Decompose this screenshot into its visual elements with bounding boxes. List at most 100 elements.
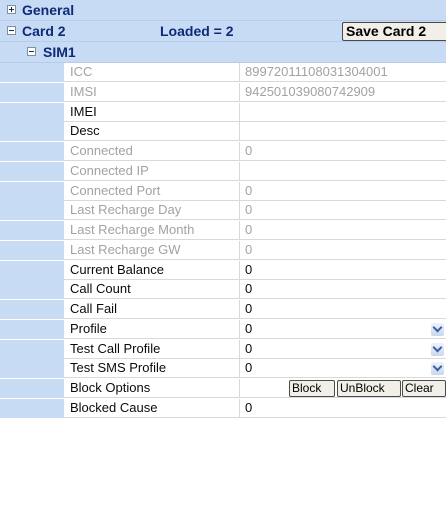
property-value[interactable] — [240, 122, 446, 142]
property-name: Last Recharge GW — [64, 240, 240, 260]
property-name: IMSI — [64, 82, 240, 102]
property-row[interactable]: ICC 89972011108031304001 — [0, 63, 446, 82]
property-row[interactable]: IMEI — [0, 102, 446, 122]
property-value-text: 0 — [245, 261, 253, 277]
property-name: Profile — [64, 319, 240, 339]
property-value-text: 942501039080742909 — [245, 83, 376, 99]
row-gutter — [0, 319, 64, 339]
group-card[interactable]: Card 2 Loaded = 2 Save Card 2 — [0, 21, 446, 42]
property-row[interactable]: IMSI 942501039080742909 — [0, 82, 446, 102]
property-value[interactable]: 0 — [240, 319, 446, 339]
row-gutter — [0, 181, 64, 201]
property-value — [240, 161, 446, 181]
property-name: Call Count — [64, 280, 240, 300]
clear-button[interactable]: Clear — [402, 380, 446, 397]
chevron-down-icon[interactable] — [431, 362, 444, 376]
property-row[interactable]: Blocked Cause 0 — [0, 398, 446, 418]
chevron-down-icon[interactable] — [431, 342, 444, 356]
group-sim[interactable]: SIM1 — [0, 42, 446, 63]
expand-plus-icon[interactable] — [7, 5, 16, 14]
group-sim-title: SIM1 — [43, 44, 76, 60]
property-value-text: 0 — [245, 340, 253, 356]
unblock-button[interactable]: UnBlock — [337, 380, 401, 397]
property-value-text: 0 — [245, 399, 253, 415]
property-name: Block Options — [64, 379, 240, 398]
property-name: Call Fail — [64, 300, 240, 319]
property-row[interactable]: Connected Port 0 — [0, 181, 446, 201]
property-value[interactable]: 0 — [240, 359, 446, 379]
property-value: 89972011108031304001 — [240, 63, 446, 82]
property-row[interactable]: Test Call Profile 0 — [0, 339, 446, 359]
property-name: Connected — [64, 142, 240, 161]
row-gutter — [0, 398, 64, 418]
property-value[interactable]: 0 — [240, 260, 446, 280]
row-gutter — [0, 300, 64, 319]
property-row[interactable]: Current Balance 0 — [0, 260, 446, 280]
property-value: 0 — [240, 221, 446, 240]
row-gutter — [0, 260, 64, 280]
property-name: Current Balance — [64, 260, 240, 280]
property-row[interactable]: Test SMS Profile 0 — [0, 359, 446, 379]
property-value: 942501039080742909 — [240, 82, 446, 102]
property-name: Connected Port — [64, 181, 240, 201]
property-value-text: 0 — [245, 202, 253, 218]
property-value-text: 0 — [245, 222, 253, 237]
property-row[interactable]: Last Recharge Month 0 — [0, 221, 446, 240]
row-gutter — [0, 63, 64, 82]
row-gutter — [0, 339, 64, 359]
property-value[interactable]: 0 — [240, 398, 446, 418]
group-card-title: Card 2 — [22, 23, 66, 39]
property-name: Test Call Profile — [64, 339, 240, 359]
property-row[interactable]: Call Count 0 — [0, 280, 446, 300]
row-gutter — [0, 201, 64, 221]
chevron-down-icon[interactable] — [431, 322, 444, 336]
property-name: IMEI — [64, 102, 240, 122]
row-gutter — [0, 359, 64, 379]
property-row[interactable]: Block Options Block UnBlock Clear — [0, 379, 446, 398]
row-gutter — [0, 102, 64, 122]
property-value-text: 0 — [245, 301, 253, 316]
property-name: Blocked Cause — [64, 398, 240, 418]
property-value: 0 — [240, 240, 446, 260]
collapse-minus-icon[interactable] — [27, 47, 36, 56]
property-value: 0 — [240, 181, 446, 201]
card-loaded-status: Loaded = 2 — [160, 23, 234, 39]
row-gutter — [0, 122, 64, 142]
property-value[interactable]: 0 — [240, 280, 446, 300]
property-row[interactable]: Last Recharge GW 0 — [0, 240, 446, 260]
row-gutter — [0, 379, 64, 398]
collapse-minus-icon[interactable] — [7, 26, 16, 35]
property-value[interactable]: 0 — [240, 339, 446, 359]
property-row[interactable]: Profile 0 — [0, 319, 446, 339]
property-name: Last Recharge Month — [64, 221, 240, 240]
property-value-text: 0 — [245, 281, 253, 297]
group-general[interactable]: General — [0, 0, 446, 21]
row-gutter — [0, 280, 64, 300]
save-card-button[interactable]: Save Card 2 — [342, 22, 446, 41]
row-gutter — [0, 240, 64, 260]
property-value[interactable]: 0 — [240, 300, 446, 319]
property-value[interactable] — [240, 102, 446, 122]
property-name: Connected IP — [64, 161, 240, 181]
property-row[interactable]: Connected IP — [0, 161, 446, 181]
property-value[interactable]: Block UnBlock Clear — [240, 379, 446, 398]
property-row[interactable]: Last Recharge Day 0 — [0, 201, 446, 221]
property-value-text: 0 — [245, 182, 253, 198]
property-value: 0 — [240, 201, 446, 221]
property-value-text: 89972011108031304001 — [245, 64, 388, 79]
property-value-text: 0 — [245, 360, 253, 376]
property-name: Last Recharge Day — [64, 201, 240, 221]
property-name: Desc — [64, 122, 240, 142]
property-value-text: 0 — [245, 320, 253, 336]
property-row[interactable]: Desc — [0, 122, 446, 142]
row-gutter — [0, 161, 64, 181]
property-row[interactable]: Call Fail 0 — [0, 300, 446, 319]
block-button[interactable]: Block — [289, 380, 335, 397]
property-value-text: 0 — [245, 143, 253, 158]
property-row[interactable]: Connected 0 — [0, 142, 446, 161]
property-name: Test SMS Profile — [64, 359, 240, 379]
property-name: ICC — [64, 63, 240, 82]
property-value: 0 — [240, 142, 446, 161]
row-gutter — [0, 142, 64, 161]
property-grid: General Card 2 Loaded = 2 Save Card 2 SI… — [0, 0, 446, 505]
